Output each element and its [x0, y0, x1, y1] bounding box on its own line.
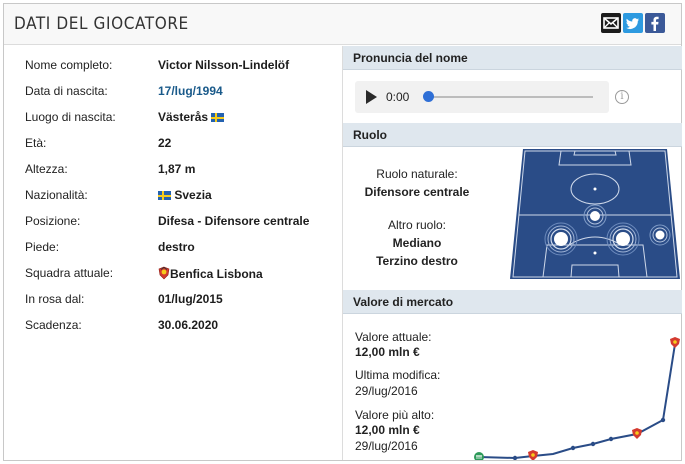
role-marker-terzino-destro	[649, 224, 671, 246]
right-column: Pronuncia del nome 0:00 i Ruolo Ruolo na…	[342, 46, 682, 460]
foot-value: destro	[158, 240, 195, 254]
other-role-value: Mediano	[392, 236, 442, 250]
birth-place-value: Västerås	[158, 110, 225, 124]
detail-row-contract: Scadenza: 30.06.2020	[4, 312, 341, 338]
detail-label: Luogo di nascita:	[25, 110, 116, 124]
chart-point[interactable]	[570, 445, 576, 451]
contract-value: 30.06.2020	[158, 318, 219, 332]
other-role-value: Terzino destro	[376, 254, 458, 268]
twitter-share-button[interactable]	[623, 13, 643, 33]
player-data-panel: DATI DEL GIOCATORE Nome completo: Victor…	[3, 3, 682, 461]
detail-label: Squadra attuale:	[25, 266, 114, 280]
club-link[interactable]: Benfica Lisbona	[170, 267, 263, 281]
sweden-flag-icon	[158, 191, 171, 200]
age-value: 22	[158, 136, 172, 150]
detail-label: Scadenza:	[25, 318, 82, 332]
detail-row-height: Altezza: 1,87 m	[4, 156, 341, 182]
detail-label: Piede:	[25, 240, 60, 254]
chart-point[interactable]	[660, 417, 666, 423]
detail-row-age: Età: 22	[4, 130, 341, 156]
highest-value-label: Valore più alto:	[355, 408, 435, 422]
detail-row-joined: In rosa dal: 01/lug/2015	[4, 286, 341, 312]
chart-point[interactable]	[590, 441, 596, 447]
chart-point[interactable]	[608, 436, 614, 442]
detail-row-foot: Piede: destro	[4, 234, 341, 260]
sweden-flag-icon	[211, 113, 225, 122]
detail-label: Altezza:	[25, 162, 68, 176]
mail-icon	[603, 17, 619, 29]
nationality-value: Svezia	[158, 188, 212, 202]
other-role-label: Altro ruolo:	[387, 218, 447, 232]
detail-row-nationality: Nazionalità: Svezia	[4, 182, 341, 208]
last-change-value: 29/lug/2016	[355, 384, 418, 398]
club-value: Benfica Lisbona	[158, 266, 263, 281]
audio-progress-track[interactable]	[427, 96, 593, 98]
pronunciation-title: Pronuncia del nome	[353, 51, 468, 65]
natural-role-label: Ruolo naturale:	[376, 167, 458, 181]
facebook-icon	[651, 16, 659, 31]
detail-label: Nazionalità:	[25, 188, 88, 202]
detail-row-full-name: Nome completo: Victor Nilsson-Lindelöf	[4, 52, 341, 78]
detail-label: Posizione:	[25, 214, 81, 228]
facebook-share-button[interactable]	[645, 13, 665, 33]
last-change-label: Ultima modifica:	[355, 368, 441, 382]
full-name-value: Victor Nilsson-Lindelöf	[158, 58, 290, 72]
height-value: 1,87 m	[158, 162, 196, 176]
current-value-label: Valore attuale:	[355, 330, 432, 344]
detail-label: Nome completo:	[25, 58, 113, 72]
market-value-title: Valore di mercato	[353, 295, 454, 309]
birth-place-text: Västerås	[158, 110, 209, 124]
highest-value: 12,00 mln €	[355, 423, 420, 437]
info-icon[interactable]: i	[615, 90, 629, 104]
audio-player: 0:00	[355, 81, 609, 113]
play-icon[interactable]	[366, 90, 377, 104]
chart-point-club-logo[interactable]	[474, 452, 484, 460]
benfica-crest-icon[interactable]	[632, 428, 642, 439]
benfica-crest-icon[interactable]	[670, 337, 680, 348]
detail-row-birth-date: Data di nascita: 17/lug/1994	[4, 78, 341, 104]
panel-title: DATI DEL GIOCATORE	[14, 14, 189, 34]
detail-row-birth-place: Luogo di nascita: Västerås	[4, 104, 341, 130]
benfica-crest-icon[interactable]	[528, 450, 538, 460]
chart-point[interactable]	[512, 455, 518, 460]
market-value-header: Valore di mercato	[343, 290, 682, 314]
detail-row-club: Squadra attuale: Benfica Lisbona	[4, 260, 341, 286]
natural-role-value: Difensore centrale	[364, 185, 470, 199]
nationality-text: Svezia	[174, 188, 212, 202]
benfica-crest-icon	[158, 266, 170, 280]
pronunciation-header: Pronuncia del nome	[343, 46, 682, 70]
role-marker-mediano	[583, 204, 607, 228]
twitter-icon	[626, 18, 639, 29]
position-value: Difesa - Difensore centrale	[158, 214, 310, 228]
detail-row-position: Posizione: Difesa - Difensore centrale	[4, 208, 341, 234]
player-details: Nome completo: Victor Nilsson-Lindelöf D…	[4, 46, 341, 460]
detail-label: Data di nascita:	[25, 84, 108, 98]
detail-label: Età:	[25, 136, 47, 150]
current-value: 12,00 mln €	[355, 345, 420, 359]
detail-label: In rosa dal:	[25, 292, 85, 306]
market-value-chart	[474, 337, 680, 460]
audio-progress-knob[interactable]	[423, 91, 434, 102]
role-title: Ruolo	[353, 128, 387, 142]
mail-share-button[interactable]	[601, 13, 621, 33]
panel-header: DATI DEL GIOCATORE	[4, 4, 681, 45]
audio-time: 0:00	[386, 90, 410, 104]
role-header: Ruolo	[343, 123, 682, 147]
highest-value-date: 29/lug/2016	[355, 439, 418, 453]
birth-date-link[interactable]: 17/lug/1994	[158, 84, 223, 98]
joined-value: 01/lug/2015	[158, 292, 223, 306]
position-pitch	[510, 149, 680, 279]
